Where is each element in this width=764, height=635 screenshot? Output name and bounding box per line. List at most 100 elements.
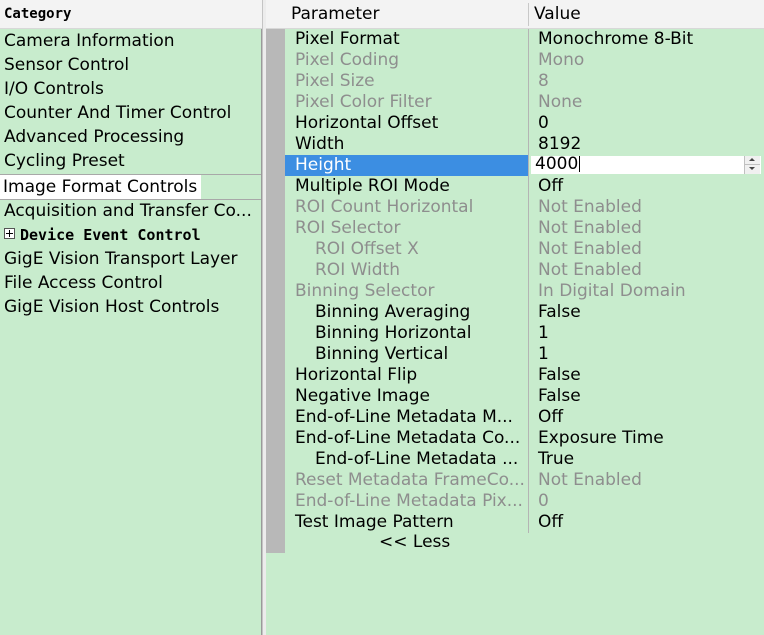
- parameter-row-roi-selector[interactable]: ROI Selector Not Enabled: [266, 218, 764, 239]
- height-value-input-text: 4000: [535, 155, 579, 174]
- parameter-row-binning-vertical[interactable]: Binning Vertical 1: [266, 344, 764, 365]
- parameter-value[interactable]: 1: [529, 323, 764, 344]
- parameter-value[interactable]: None: [529, 92, 764, 113]
- parameter-value[interactable]: True: [529, 449, 764, 470]
- category-item-acquisition-and-transfer-co[interactable]: Acquisition and Transfer Co...: [4, 199, 252, 223]
- parameter-value[interactable]: Off: [529, 512, 764, 533]
- parameter-value[interactable]: Not Enabled: [529, 218, 764, 239]
- parameter-row-height[interactable]: Height 4000: [266, 155, 764, 176]
- parameter-value[interactable]: 1: [529, 344, 764, 365]
- parameter-name: Binning Averaging: [315, 302, 471, 322]
- spin-down-arrow-icon[interactable]: [745, 165, 760, 174]
- category-item-label: Cycling Preset: [4, 151, 125, 171]
- parameter-row-negative-image[interactable]: Negative Image False: [266, 386, 764, 407]
- parameter-name: End-of-Line Metadata ...: [315, 449, 519, 469]
- parameter-name: Width: [295, 134, 345, 154]
- parameter-value[interactable]: False: [529, 302, 764, 323]
- parameter-row-binning-selector[interactable]: Binning Selector In Digital Domain: [266, 281, 764, 302]
- parameter-row-binning-horizontal[interactable]: Binning Horizontal 1: [266, 323, 764, 344]
- parameter-row-binning-averaging[interactable]: Binning Averaging False: [266, 302, 764, 323]
- parameter-name: Test Image Pattern: [295, 512, 454, 532]
- parameter-value[interactable]: Monochrome 8-Bit: [529, 29, 764, 50]
- parameter-row-roi-count-horizontal[interactable]: ROI Count Horizontal Not Enabled: [266, 197, 764, 218]
- parameter-value[interactable]: Not Enabled: [529, 260, 764, 281]
- category-item-i-o-controls[interactable]: I/O Controls: [4, 77, 104, 101]
- parameter-row-test-image-pattern[interactable]: Test Image Pattern Off: [266, 512, 764, 533]
- parameter-row-width[interactable]: Width 8192: [266, 134, 764, 155]
- parameter-row-roi-width[interactable]: ROI Width Not Enabled: [266, 260, 764, 281]
- parameter-name: Horizontal Offset: [295, 113, 439, 133]
- parameter-name: End-of-Line Metadata M...: [295, 407, 513, 427]
- category-item-advanced-processing[interactable]: Advanced Processing: [4, 125, 184, 149]
- less-link[interactable]: << Less: [379, 532, 450, 553]
- category-list: Camera Information Sensor Control I/O Cont…: [0, 29, 262, 635]
- parameter-row-reset-metadata-frameco[interactable]: Reset Metadata FrameCo... Not Enabled: [266, 470, 764, 491]
- parameter-row-horizontal-flip[interactable]: Horizontal Flip False: [266, 365, 764, 386]
- parameter-value[interactable]: 8: [529, 71, 764, 92]
- parameter-value[interactable]: Off: [529, 407, 764, 428]
- parameter-value[interactable]: False: [529, 365, 764, 386]
- parameter-column-header[interactable]: Parameter: [291, 4, 379, 24]
- parameter-row-pixel-coding[interactable]: Pixel Coding Mono: [266, 50, 764, 71]
- spin-up-arrow-icon[interactable]: [745, 156, 760, 165]
- parameter-row-end-of-line-metadata-pix[interactable]: End-of-Line Metadata Pix... 0: [266, 491, 764, 512]
- parameter-rows: Pixel Format Monochrome 8-Bit Pixel Coding…: [266, 29, 764, 533]
- category-item-label: Acquisition and Transfer Co...: [4, 201, 252, 221]
- parameter-name: Negative Image: [295, 386, 430, 406]
- spinner-control[interactable]: [744, 156, 760, 174]
- category-item-gige-vision-host-controls[interactable]: GigE Vision Host Controls: [4, 295, 219, 319]
- parameter-row-end-of-line-metadata-m[interactable]: End-of-Line Metadata M... Off: [266, 407, 764, 428]
- category-item-label: GigE Vision Transport Layer: [4, 249, 238, 269]
- parameter-value[interactable]: Not Enabled: [529, 197, 764, 218]
- category-item-camera-information[interactable]: Camera Information: [4, 29, 175, 53]
- parameter-name: Binning Vertical: [315, 344, 449, 364]
- height-value-input[interactable]: 4000: [531, 155, 761, 175]
- value-column-header[interactable]: Value: [534, 4, 581, 24]
- parameter-value[interactable]: False: [529, 386, 764, 407]
- parameter-value[interactable]: Mono: [529, 50, 764, 71]
- parameter-name: Binning Horizontal: [315, 323, 472, 343]
- expand-plus-icon[interactable]: [4, 228, 15, 239]
- parameter-name: ROI Count Horizontal: [295, 197, 474, 217]
- parameter-value-cell[interactable]: 4000: [529, 155, 764, 176]
- parameter-name: ROI Offset X: [315, 239, 419, 259]
- parameter-row-roi-offset-x[interactable]: ROI Offset X Not Enabled: [266, 239, 764, 260]
- parameter-value[interactable]: Off: [529, 176, 764, 197]
- category-item-label: Device Event Control: [20, 226, 201, 244]
- parameter-value[interactable]: 0: [529, 113, 764, 134]
- parameter-row-end-of-line-metadata-co[interactable]: End-of-Line Metadata Co... Exposure Time: [266, 428, 764, 449]
- parameter-name: Pixel Coding: [295, 50, 400, 70]
- parameter-value[interactable]: 8192: [529, 134, 764, 155]
- category-item-counter-and-timer-control[interactable]: Counter And Timer Control: [4, 101, 231, 125]
- category-header-label: Category: [4, 6, 72, 22]
- category-item-sensor-control[interactable]: Sensor Control: [4, 53, 129, 77]
- parameter-value[interactable]: Not Enabled: [529, 239, 764, 260]
- parameter-name: End-of-Line Metadata Co...: [295, 428, 521, 448]
- category-item-gige-vision-transport-layer[interactable]: GigE Vision Transport Layer: [4, 247, 238, 271]
- parameter-row-multiple-roi-mode[interactable]: Multiple ROI Mode Off: [266, 176, 764, 197]
- parameter-name: Pixel Color Filter: [295, 92, 432, 112]
- parameter-row-pixel-format[interactable]: Pixel Format Monochrome 8-Bit: [266, 29, 764, 50]
- parameter-row-pixel-size[interactable]: Pixel Size 8: [266, 71, 764, 92]
- category-item-label: Advanced Processing: [4, 127, 185, 147]
- parameter-value[interactable]: Exposure Time: [529, 428, 764, 449]
- parameter-row-pixel-color-filter[interactable]: Pixel Color Filter None: [266, 92, 764, 113]
- parameter-value[interactable]: Not Enabled: [529, 470, 764, 491]
- parameter-value[interactable]: 0: [529, 491, 764, 512]
- parameter-name: Binning Selector: [295, 281, 435, 301]
- parameter-row-end-of-line-metadata[interactable]: End-of-Line Metadata ... True: [266, 449, 764, 470]
- category-header[interactable]: Category: [0, 0, 262, 29]
- category-item-device-event-control[interactable]: Device Event Control: [4, 223, 201, 247]
- column-divider[interactable]: [528, 3, 529, 26]
- parameter-row-horizontal-offset[interactable]: Horizontal Offset 0: [266, 113, 764, 134]
- parameter-value[interactable]: In Digital Domain: [529, 281, 764, 302]
- category-item-cycling-preset[interactable]: Cycling Preset: [4, 149, 125, 173]
- category-item-label: Image Format Controls: [3, 177, 198, 197]
- category-item-label: I/O Controls: [4, 79, 104, 99]
- text-caret: [579, 156, 581, 172]
- height-value-text: 4000: [535, 155, 581, 175]
- category-item-file-access-control[interactable]: File Access Control: [4, 271, 163, 295]
- parameter-name: Pixel Format: [295, 29, 400, 49]
- grid-header: Parameter Value: [266, 0, 764, 29]
- category-item-image-format-controls[interactable]: Image Format Controls: [0, 175, 202, 200]
